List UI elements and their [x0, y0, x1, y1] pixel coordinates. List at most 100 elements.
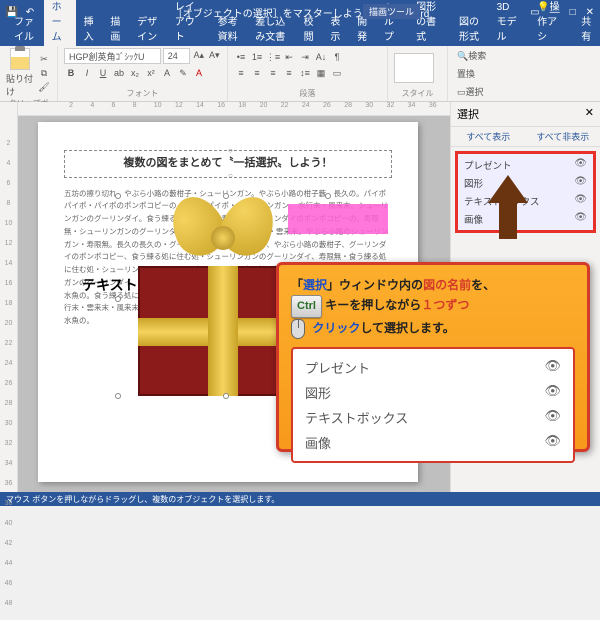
font-size-combo[interactable]: 24 [163, 48, 190, 64]
visibility-toggle-icon[interactable]: 👁 [574, 194, 587, 208]
show-marks-icon[interactable]: ¶ [330, 50, 344, 64]
vertical-ruler: 2468101214161820222426283032343638404244… [0, 102, 18, 492]
paragraph-group-label: 段落 [234, 88, 381, 99]
callout-list-item: テキストボックス👁 [303, 405, 563, 430]
font-color-icon[interactable]: A [192, 66, 206, 80]
multilevel-icon[interactable]: ⋮≡ [266, 50, 280, 64]
underline-button[interactable]: U [96, 66, 110, 80]
grow-font-icon[interactable]: A▴ [192, 48, 205, 62]
callout-list-item: プレゼント👁 [303, 355, 563, 380]
visibility-toggle-icon[interactable]: 👁 [574, 176, 587, 190]
tab-home[interactable]: ホーム [44, 0, 76, 46]
show-all-button[interactable]: すべて表示 [451, 127, 526, 146]
tab-design[interactable]: デザイン [129, 10, 167, 46]
align-left-icon[interactable]: ≡ [234, 66, 248, 80]
strike-button[interactable]: ab [112, 66, 126, 80]
increase-indent-icon[interactable]: ⇥ [298, 50, 312, 64]
status-bar: マウス ボタンを押しながらドラッグし、複数のオブジェクトを選択します。 [0, 492, 600, 506]
bold-button[interactable]: B [64, 66, 78, 80]
align-right-icon[interactable]: ≡ [266, 66, 280, 80]
copy-icon[interactable]: ⧉ [37, 66, 51, 80]
tab-references[interactable]: 参考資料 [210, 10, 248, 46]
callout-line-1: 「選択」ウィンドウ内の図の名前を、 [291, 275, 575, 295]
font-group-label: フォント [64, 88, 221, 99]
callout-list-item: 図形👁 [303, 380, 563, 405]
tab-mailings[interactable]: 差し込み文書 [247, 10, 295, 46]
tab-draw[interactable]: 描画 [102, 10, 129, 46]
ribbon-group-editing: 🔍検索 置換 ▭選択 [448, 46, 498, 101]
contextual-tab-label: 描画ツール [363, 4, 420, 19]
shrink-font-icon[interactable]: A▾ [208, 48, 221, 62]
shading-icon[interactable]: ▦ [314, 66, 328, 80]
sort-icon[interactable]: A↓ [314, 50, 328, 64]
share-button[interactable]: 共有 [573, 10, 600, 46]
callout-selection-list: プレゼント👁 図形👁 テキストボックス👁 画像👁 [291, 347, 575, 463]
title-text-box[interactable]: 複数の図をまとめて〝一括選択〟しよう！ [64, 150, 392, 178]
styles-gallery[interactable] [394, 53, 434, 83]
format-painter-icon[interactable]: 🖌 [37, 80, 51, 94]
subscript-button[interactable]: x₂ [128, 66, 142, 80]
tab-file[interactable]: ファイル [6, 10, 44, 46]
tab-3d-model[interactable]: 3D モデル [489, 0, 530, 46]
eye-icon: 👁 [544, 433, 561, 452]
numbering-icon[interactable]: 1≡ [250, 50, 264, 64]
tab-insert[interactable]: 挿入 [76, 10, 103, 46]
replace-button[interactable]: 置換 [454, 66, 492, 81]
find-button[interactable]: 🔍検索 [454, 48, 492, 63]
paste-button[interactable]: 貼り付け [6, 48, 33, 98]
selection-handle[interactable] [115, 393, 121, 399]
annotation-arrow [488, 175, 528, 235]
tab-layout[interactable]: レイアウト [167, 0, 210, 46]
align-center-icon[interactable]: ≡ [250, 66, 264, 80]
callout-line-2: Ctrl キーを押しながら１つずつ [291, 295, 575, 318]
visibility-toggle-icon[interactable]: 👁 [574, 158, 587, 172]
font-name-combo[interactable]: HGP創英角ｺﾞｼｯｸU [64, 48, 161, 64]
selection-handle[interactable] [325, 193, 331, 199]
borders-icon[interactable]: ▭ [330, 66, 344, 80]
selection-handle[interactable] [223, 193, 229, 199]
status-hint: マウス ボタンを押しながらドラッグし、複数のオブジェクトを選択します。 [6, 494, 279, 505]
ribbon-group-font: HGP創英角ｺﾞｼｯｸU 24 A▴ A▾ B I U ab x₂ x² A ✎… [58, 46, 228, 101]
horizontal-ruler: 24681012141618202224262830323436 [18, 102, 450, 116]
tab-review[interactable]: 校閲 [296, 10, 323, 46]
ribbon-group-paragraph: •≡ 1≡ ⋮≡ ⇤ ⇥ A↓ ¶ ≡ ≡ ≡ ≡ ↕≡ ▦ ▭ 段落 [228, 46, 388, 101]
gift-bow [173, 196, 273, 266]
italic-button[interactable]: I [80, 66, 94, 80]
gift-ribbon-vertical [208, 266, 238, 396]
decrease-indent-icon[interactable]: ⇤ [282, 50, 296, 64]
selection-pane-close-icon[interactable]: ✕ [585, 106, 594, 122]
highlight-icon[interactable]: ✎ [176, 66, 190, 80]
ribbon-group-styles: スタイル [388, 46, 448, 101]
eye-icon: 👁 [544, 408, 561, 427]
tell-me[interactable]: 💡操作アシ [529, 0, 573, 46]
bullets-icon[interactable]: •≡ [234, 50, 248, 64]
ribbon: 貼り付け ✂ ⧉ 🖌 クリップボード HGP創英角ｺﾞｼｯｸU 24 A▴ A▾… [0, 46, 600, 102]
paste-label: 貼り付け [6, 72, 33, 98]
line-spacing-icon[interactable]: ↕≡ [298, 66, 312, 80]
ribbon-tabs: ファイル ホーム 挿入 描画 デザイン レイアウト 参考資料 差し込み文書 校閲… [0, 24, 600, 46]
styles-group-label: スタイル [394, 88, 441, 99]
superscript-button[interactable]: x² [144, 66, 158, 80]
selection-handle[interactable] [115, 193, 121, 199]
selection-item[interactable]: プレゼント👁 [460, 156, 591, 174]
callout-line-3: クリックして選択します。 [291, 318, 575, 339]
instruction-callout: 「選択」ウィンドウ内の図の名前を、 Ctrl キーを押しながら１つずつ クリック… [276, 262, 590, 452]
eye-icon: 👁 [544, 383, 561, 402]
selection-handle[interactable] [223, 393, 229, 399]
justify-icon[interactable]: ≡ [282, 66, 296, 80]
selection-pane-title: 選択 [457, 106, 479, 122]
clipboard-icon [10, 48, 30, 70]
hide-all-button[interactable]: すべて非表示 [526, 127, 600, 146]
text-effects-icon[interactable]: A [160, 66, 174, 80]
mouse-icon [291, 319, 305, 339]
callout-list-item: 画像👁 [303, 430, 563, 455]
tab-view[interactable]: 表示 [322, 10, 349, 46]
tab-picture-format[interactable]: 図の形式 [451, 10, 489, 46]
visibility-toggle-icon[interactable]: 👁 [574, 212, 587, 226]
title-text: 複数の図をまとめて〝一括選択〟しよう！ [124, 157, 333, 169]
select-button[interactable]: ▭選択 [454, 84, 492, 99]
cut-icon[interactable]: ✂ [37, 52, 51, 66]
ribbon-group-clipboard: 貼り付け ✂ ⧉ 🖌 クリップボード [0, 46, 58, 101]
selection-handle[interactable] [115, 296, 121, 302]
eye-icon: 👁 [544, 358, 561, 377]
